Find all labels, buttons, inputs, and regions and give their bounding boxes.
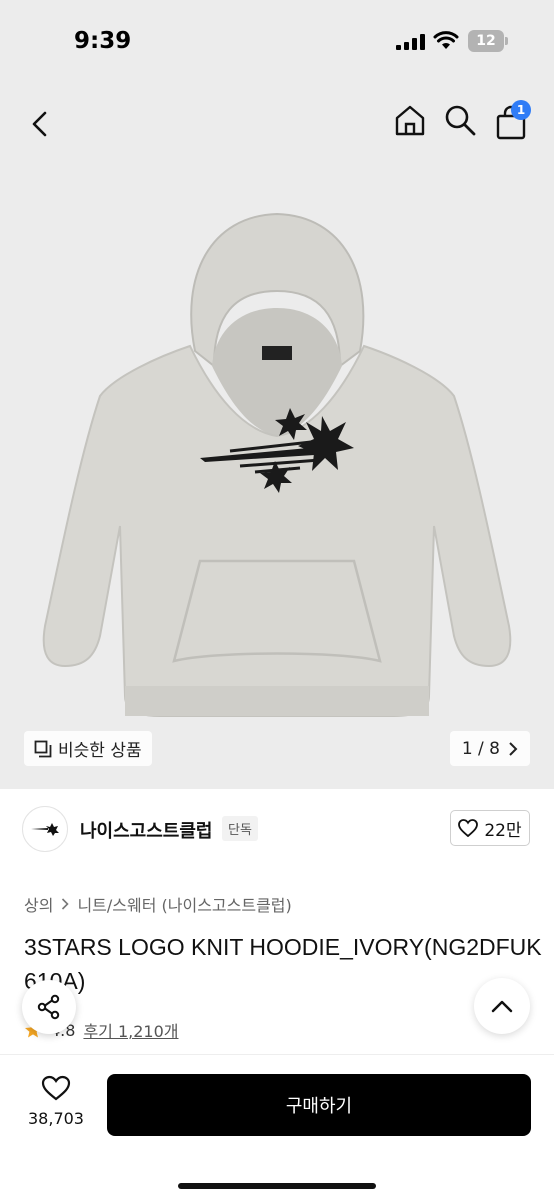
review-count-link[interactable]: 후기 1,210개 <box>83 1018 178 1042</box>
bottom-action-bar: 38,703 구매하기 <box>0 1054 554 1200</box>
heart-icon <box>458 819 479 837</box>
image-page-indicator[interactable]: 1 / 8 <box>449 731 530 766</box>
share-button[interactable] <box>22 980 76 1034</box>
breadcrumb-item-top[interactable]: 상의 <box>24 892 53 916</box>
status-bar: 9:39 12 <box>0 0 554 86</box>
brand-like-count: 22만 <box>484 820 522 841</box>
share-icon <box>37 994 60 1020</box>
chevron-up-icon <box>491 1000 513 1013</box>
signal-icon <box>396 34 425 50</box>
wishlist-count: 38,703 <box>28 1109 84 1128</box>
cart-count-badge: 1 <box>511 100 531 120</box>
battery-icon: 12 <box>468 30 508 52</box>
similar-products-icon <box>34 740 52 757</box>
brand-name[interactable]: 나이스고스트클럽 <box>80 817 212 843</box>
chevron-right-icon <box>62 898 70 910</box>
brand-row: 나이스고스트클럽 단독 22만 <box>0 800 554 858</box>
scroll-to-top-button[interactable] <box>474 978 530 1034</box>
brand-star-logo-icon <box>31 823 59 836</box>
breadcrumb-item-category[interactable]: 니트/스웨터 (나이스고스트클럽) <box>77 892 291 916</box>
exclusive-badge: 단독 <box>222 816 258 841</box>
similar-products-button[interactable]: 비슷한 상품 <box>24 731 152 766</box>
image-page-number: 1 / 8 <box>461 738 500 759</box>
wifi-icon <box>433 31 459 49</box>
home-indicator <box>178 1183 376 1189</box>
heart-icon <box>41 1075 71 1101</box>
product-image-gallery[interactable]: 1 비슷한 상품 1 / 8 <box>0 86 554 789</box>
similar-products-label: 비슷한 상품 <box>58 741 142 761</box>
product-image[interactable] <box>40 196 514 726</box>
brand-logo[interactable] <box>22 806 68 852</box>
buy-button[interactable]: 구매하기 <box>107 1074 531 1136</box>
home-icon[interactable] <box>392 102 428 138</box>
brand-like-button[interactable]: 22만 <box>450 810 530 846</box>
wishlist-button[interactable]: 38,703 <box>20 1075 92 1128</box>
battery-level: 12 <box>468 30 504 52</box>
back-arrow-icon <box>32 111 47 137</box>
product-title: 3STARS LOGO KNIT HOODIE_IVORY(NG2DFUK610… <box>24 934 542 994</box>
cart-button[interactable]: 1 <box>493 100 533 142</box>
chevron-right-icon <box>509 741 518 756</box>
breadcrumb: 상의 니트/스웨터 (나이스고스트클럽) <box>24 892 292 916</box>
search-icon[interactable] <box>442 102 478 138</box>
back-button[interactable] <box>22 106 58 142</box>
status-time: 9:39 <box>74 28 132 54</box>
